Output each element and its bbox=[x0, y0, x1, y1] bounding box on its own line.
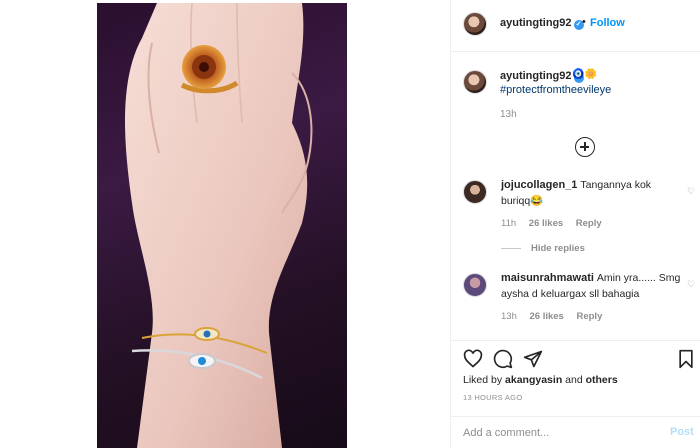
hide-replies-button[interactable]: Hide replies bbox=[501, 243, 585, 254]
share-icon[interactable] bbox=[523, 349, 543, 369]
hand-photo-illustration bbox=[124, 3, 313, 448]
add-comment-bar: Post bbox=[451, 416, 700, 448]
comment-avatar[interactable] bbox=[463, 180, 487, 204]
bookmark-icon[interactable] bbox=[676, 349, 696, 369]
comment-like-icon[interactable]: ♡ bbox=[687, 279, 695, 290]
caption-time: 13h bbox=[500, 109, 517, 120]
heart-icon[interactable] bbox=[463, 349, 483, 369]
comment-time: 11h bbox=[501, 218, 517, 229]
post-photo[interactable] bbox=[97, 3, 347, 448]
comment-meta: 11h 26 likes Reply bbox=[501, 218, 612, 229]
liked-by-prefix: Liked by bbox=[463, 374, 503, 386]
caption-avatar[interactable] bbox=[463, 70, 487, 94]
post-comment-button[interactable]: Post bbox=[670, 426, 694, 438]
comment-likes[interactable]: 26 likes bbox=[530, 311, 564, 322]
comment-like-icon[interactable]: ♡ bbox=[687, 186, 695, 197]
comments-section: ayutingting92 ✓ 🧿🌼 #protectfromtheevileye… bbox=[451, 53, 700, 340]
post-header: ayutingting92 ✓ • Follow bbox=[451, 0, 700, 52]
caption-username[interactable]: ayutingting92 ✓ bbox=[500, 70, 584, 83]
comment-reply-button[interactable]: Reply bbox=[576, 311, 602, 322]
liked-by-text: Liked by akangyasin and others bbox=[463, 374, 618, 386]
comment-username[interactable]: maisunrahmawati bbox=[501, 272, 594, 284]
liked-by-others[interactable]: others bbox=[586, 374, 618, 386]
plus-circle-icon[interactable] bbox=[575, 137, 595, 157]
caption-hashtag[interactable]: #protectfromtheevileye bbox=[500, 84, 611, 96]
post-side-panel: ayutingting92 ✓ • Follow ayutingting92 ✓ 🧿… bbox=[450, 0, 700, 448]
post-actions: Liked by akangyasin and others 13 HOURS … bbox=[451, 340, 700, 406]
comment-text: jojucollagen_1 Tangannya kok buriqq😂 bbox=[501, 177, 681, 209]
comment-reply-button[interactable]: Reply bbox=[576, 218, 602, 229]
comment-likes[interactable]: 26 likes bbox=[529, 218, 563, 229]
liked-by-user[interactable]: akangyasin bbox=[505, 374, 562, 386]
comment-username[interactable]: jojucollagen_1 bbox=[501, 179, 577, 191]
comment-text: maisunrahmawati Amin yra...... Smg aysha … bbox=[501, 270, 681, 302]
comment-avatar[interactable] bbox=[463, 273, 487, 297]
caption-emoji: 🧿🌼 bbox=[572, 69, 597, 80]
post-timestamp[interactable]: 13 HOURS AGO bbox=[463, 393, 522, 402]
author-avatar[interactable] bbox=[463, 12, 487, 36]
author-username-text[interactable]: ayutingting92 bbox=[500, 17, 572, 29]
liked-by-and: and bbox=[565, 374, 583, 386]
caption-username-text[interactable]: ayutingting92 bbox=[500, 70, 572, 82]
author-username[interactable]: ayutingting92 ✓ bbox=[500, 17, 584, 30]
follow-button[interactable]: Follow bbox=[590, 17, 625, 29]
separator-dot: • bbox=[582, 16, 586, 28]
comment-icon[interactable] bbox=[493, 349, 513, 369]
comment-meta: 13h 26 likes Reply bbox=[501, 311, 612, 322]
comment-time: 13h bbox=[501, 311, 517, 322]
comment-input[interactable] bbox=[463, 425, 653, 441]
post-media-pane bbox=[0, 0, 450, 448]
